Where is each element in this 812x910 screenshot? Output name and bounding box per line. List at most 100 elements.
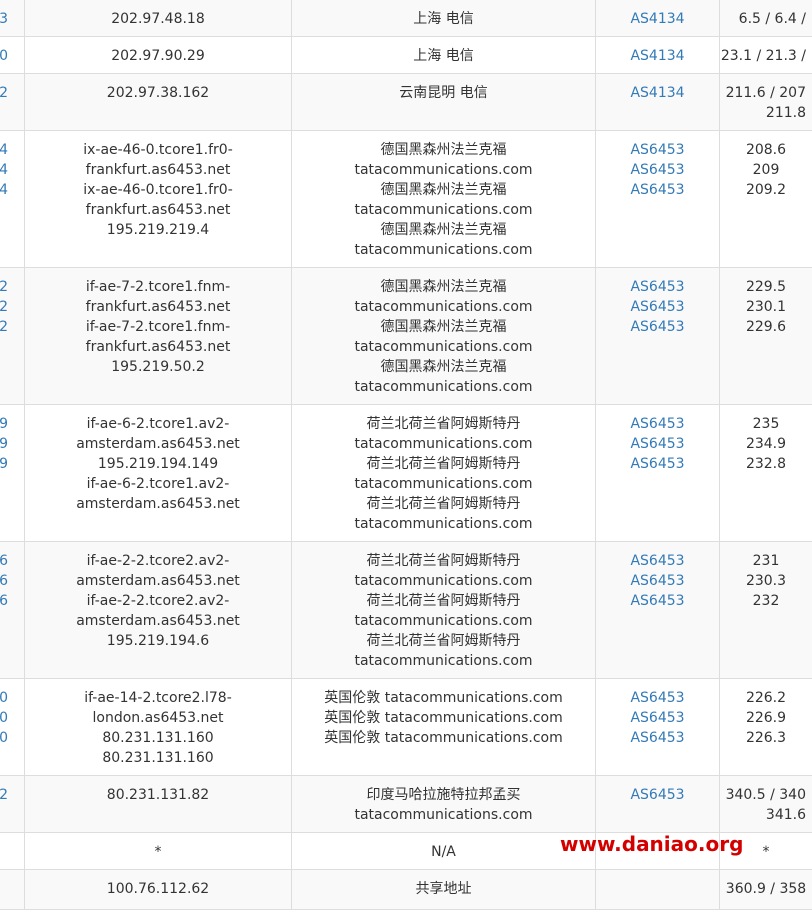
hop-index-link: 2 — [0, 776, 8, 832]
location-cell: 德国黑森州法兰克福 tatacommunications.com 德国黑森州法兰克福… — [291, 131, 595, 267]
latency-cell: 6.5 / 6.4 / — [719, 0, 812, 36]
location-cell-line: 荷兰北荷兰省阿姆斯特丹 — [366, 593, 521, 609]
latency-cell-line: 229.6 — [745, 319, 787, 335]
location-cell-line: tatacommunications.com — [354, 613, 533, 629]
location-cell-line: 云南昆明 电信 — [399, 85, 488, 101]
location-cell-line: 英国伦敦 tatacommunications.com — [324, 690, 563, 706]
asn-link-line[interactable]: AS6453 — [596, 591, 719, 611]
latency-cell: 23.1 / 21.3 / — [719, 37, 812, 73]
latency-cell: 235 234.9 232.8 — [719, 405, 812, 541]
asn-link-line[interactable]: AS6453 — [596, 140, 719, 160]
hostname-cell-line: 195.219.219.4 — [106, 222, 210, 238]
asn-link-line[interactable]: AS6453 — [596, 277, 719, 297]
hostname-cell-line: 195.219.194.6 — [106, 633, 210, 649]
hostname-cell: if-ae-14-2.tcore2.l78- london.as6453.net 8… — [24, 679, 291, 775]
hostname-cell-line: amsterdam.as6453.net — [76, 436, 240, 452]
hostname-cell-line: amsterdam.as6453.net — [76, 573, 240, 589]
hostname-cell-line: 202.97.38.162 — [106, 85, 210, 101]
location-cell-line: 荷兰北荷兰省阿姆斯特丹 — [366, 496, 521, 512]
hop-index-link-line[interactable]: 6 — [0, 551, 8, 571]
location-cell-line: 上海 电信 — [413, 48, 474, 64]
asn-link-line[interactable]: AS6453 — [596, 317, 719, 337]
hop-index-link-line[interactable]: 4 — [0, 160, 8, 180]
latency-cell: 211.6 / 207 211.8 — [719, 74, 812, 130]
asn-link: AS6453 AS6453 AS6453 — [595, 268, 719, 404]
hop-index-link-line[interactable]: 3 — [0, 9, 8, 29]
asn-link-line[interactable]: AS6453 — [596, 434, 719, 454]
hop-index-link-line[interactable]: 0 — [0, 46, 8, 66]
asn-link-line[interactable]: AS4134 — [596, 83, 719, 103]
asn-link-line[interactable]: AS6453 — [596, 414, 719, 434]
hop-index-link-line[interactable]: 2 — [0, 83, 8, 103]
location-cell-line: 德国黑森州法兰克福 — [380, 142, 507, 158]
hop-index-link-line[interactable]: 49 — [0, 454, 8, 474]
location-cell-line: 德国黑森州法兰克福 — [380, 279, 507, 295]
table-row: 2 80.231.131.82 印度马哈拉施特拉邦孟买 tatacommunicati… — [0, 776, 812, 833]
hostname-cell-line: if-ae-2-2.tcore2.av2- — [86, 553, 230, 569]
asn-link-line[interactable]: AS6453 — [596, 551, 719, 571]
asn-link: AS4134 — [595, 74, 719, 130]
hostname-cell-line: 195.219.194.149 — [97, 456, 219, 472]
hop-index-link-line[interactable]: 60 — [0, 728, 8, 748]
hop-index-link-line[interactable]: 2 — [0, 277, 8, 297]
location-cell: 印度马哈拉施特拉邦孟买 tatacommunications.com — [291, 776, 595, 832]
hop-index-link-line[interactable]: 60 — [0, 708, 8, 728]
location-cell-line: tatacommunications.com — [354, 299, 533, 315]
site-watermark: www.daniao.org — [560, 832, 744, 856]
location-cell-line: 德国黑森州法兰克福 — [380, 359, 507, 375]
location-cell-line: tatacommunications.com — [354, 476, 533, 492]
hostname-cell-line: if-ae-14-2.tcore2.l78- — [84, 690, 232, 706]
hop-index-link-line[interactable]: 2 — [0, 297, 8, 317]
asn-link — [595, 870, 719, 909]
asn-link-line[interactable]: AS4134 — [596, 9, 719, 29]
hop-index-link-line[interactable]: 4 — [0, 180, 8, 200]
hop-index-link: 2 — [0, 74, 8, 130]
hop-index-link-line[interactable]: 4 — [0, 140, 8, 160]
hop-index-link — [0, 870, 8, 909]
location-cell-line: 荷兰北荷兰省阿姆斯特丹 — [366, 633, 521, 649]
asn-link: AS6453 AS6453 AS6453 — [595, 542, 719, 678]
asn-link-line[interactable]: AS6453 — [596, 454, 719, 474]
location-cell-line: tatacommunications.com — [354, 516, 533, 532]
table-row: 4 4 4 ix-ae-46-0.tcore1.fr0- frankfurt.as645… — [0, 131, 812, 268]
hostname-cell: 80.231.131.82 — [24, 776, 291, 832]
hop-index-link-line[interactable]: 49 — [0, 414, 8, 434]
hop-index-link-line[interactable]: 2 — [0, 785, 8, 805]
hostname-cell-line: frankfurt.as6453.net — [85, 339, 231, 355]
asn-link-line[interactable]: AS6453 — [596, 180, 719, 200]
hop-index-link-line[interactable]: 6 — [0, 571, 8, 591]
asn-link-line[interactable]: AS6453 — [596, 708, 719, 728]
location-cell-line: tatacommunications.com — [354, 162, 533, 178]
location-cell: 云南昆明 电信 — [291, 74, 595, 130]
latency-cell-line: 235 — [752, 416, 780, 432]
table-row: 2 202.97.38.162 云南昆明 电信 AS4134 211.6 / 207 21… — [0, 74, 812, 131]
table-row: 6 6 6 if-ae-2-2.tcore2.av2- amsterdam.as6453… — [0, 542, 812, 679]
location-cell-line: 荷兰北荷兰省阿姆斯特丹 — [366, 553, 521, 569]
asn-link: AS6453 AS6453 AS6453 — [595, 405, 719, 541]
table-row: 100.76.112.62 共享地址 360.9 / 358 — [0, 870, 812, 910]
location-cell-line: 荷兰北荷兰省阿姆斯特丹 — [366, 456, 521, 472]
location-cell-line: 印度马哈拉施特拉邦孟买 — [366, 787, 521, 803]
asn-link-line[interactable]: AS6453 — [596, 160, 719, 180]
hostname-cell-line: 100.76.112.62 — [106, 881, 210, 897]
asn-link-line[interactable]: AS6453 — [596, 728, 719, 748]
hop-index-link-line[interactable]: 2 — [0, 317, 8, 337]
asn-link-line[interactable]: AS4134 — [596, 46, 719, 66]
location-cell-line: tatacommunications.com — [354, 653, 533, 669]
hop-index-link — [0, 833, 8, 869]
asn-link-line[interactable]: AS6453 — [596, 785, 719, 805]
asn-link-line[interactable]: AS6453 — [596, 297, 719, 317]
asn-link-line[interactable]: AS6453 — [596, 571, 719, 591]
hop-index-link-line[interactable]: 6 — [0, 591, 8, 611]
hostname-cell-line: london.as6453.net — [92, 710, 224, 726]
hostname-cell: if-ae-2-2.tcore2.av2- amsterdam.as6453.ne… — [24, 542, 291, 678]
asn-link-line[interactable]: AS6453 — [596, 688, 719, 708]
location-cell-line: N/A — [431, 844, 456, 860]
hostname-cell-line: ix-ae-46-0.tcore1.fr0- — [83, 182, 233, 198]
latency-cell-line: 232.8 — [745, 456, 787, 472]
location-cell-line: 上海 电信 — [413, 11, 474, 27]
latency-cell-line: 360.9 / 358 — [725, 881, 807, 897]
latency-cell-line: 211.8 — [765, 105, 806, 121]
hop-index-link-line[interactable]: 60 — [0, 688, 8, 708]
hop-index-link-line[interactable]: 49 — [0, 434, 8, 454]
